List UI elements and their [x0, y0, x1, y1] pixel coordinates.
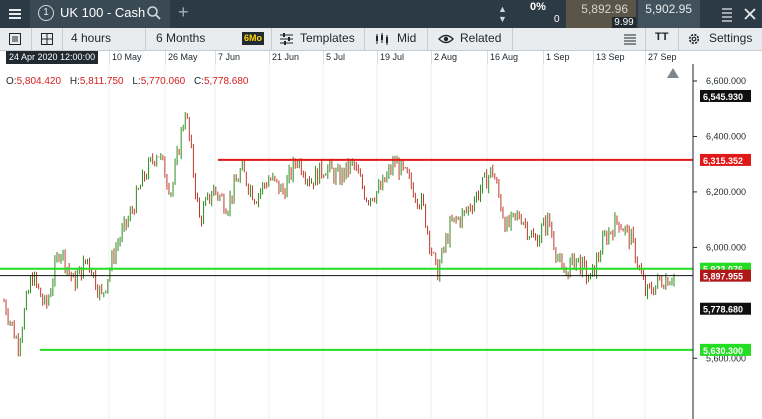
- instrument-title: UK 100 - Cash: [60, 5, 146, 20]
- date-tick-label: 27 Sep: [648, 52, 677, 62]
- date-tick: [645, 51, 646, 64]
- settings-label: Settings: [709, 31, 753, 45]
- search-icon[interactable]: [146, 5, 162, 21]
- date-tick-label: 10 May: [112, 52, 142, 62]
- spread-value: 9.99: [612, 17, 636, 28]
- price-tick-label: 6,400.000: [706, 131, 746, 141]
- close-icon[interactable]: [744, 8, 756, 20]
- sell-price: 5,892.96: [581, 2, 628, 16]
- date-tick: [543, 51, 544, 64]
- date-tick-label: 19 Jul: [380, 52, 405, 62]
- date-tick: [165, 51, 166, 64]
- low-label: L:: [132, 76, 141, 87]
- close-label: C:: [194, 76, 204, 87]
- high-label: H:: [69, 76, 80, 87]
- price-tick-label: 6,000.000: [706, 242, 746, 252]
- list-lines-icon: [624, 34, 636, 45]
- indicator-list-button[interactable]: [615, 28, 645, 50]
- date-tick-label: 5 Jul: [326, 52, 346, 62]
- interval-label: 4 hours: [71, 31, 112, 45]
- cursor-date-label: 24 Apr 2020 12:00:00: [6, 51, 99, 64]
- date-tick: [487, 51, 488, 64]
- gear-icon: [688, 33, 700, 45]
- high-value: 5,811.750: [79, 76, 124, 87]
- daily-change: ▲ ▼ 0% 0: [490, 0, 562, 28]
- date-tick-label: 13 Sep: [596, 52, 625, 62]
- date-tick: [593, 51, 594, 64]
- date-tick: [431, 51, 432, 64]
- price-chart[interactable]: 6,600.0006,400.0006,200.0006,000.0005,60…: [0, 64, 762, 419]
- date-tick-label: 7 Jun: [218, 52, 241, 62]
- open-value: 5,804.420: [16, 76, 62, 87]
- related-label: Related: [460, 31, 502, 45]
- resistance-price-tag: 6,315.352: [703, 156, 743, 166]
- chart-list-button[interactable]: [0, 28, 30, 50]
- grid-layout-icon: [41, 33, 53, 45]
- date-tick: [109, 51, 110, 64]
- chart-toolbar: 4 hours 6 Months 6Mo Templates Mid Relat…: [0, 28, 762, 51]
- price-type-button[interactable]: Mid: [365, 28, 427, 50]
- change-direction-icon: ▲ ▼: [498, 4, 507, 24]
- buy-button[interactable]: 5,902.95: [638, 0, 700, 28]
- add-tab-icon[interactable]: +: [178, 2, 189, 23]
- period-badge: 6Mo: [242, 32, 264, 45]
- price-tick-label: 6,200.000: [706, 187, 746, 197]
- date-tick: [323, 51, 324, 64]
- toolbar-divider: [512, 28, 513, 50]
- period-label: 6 Months: [156, 31, 206, 45]
- text-size-button[interactable]: TT: [646, 28, 678, 50]
- window-controls: [722, 8, 756, 22]
- drag-handle-icon[interactable]: [722, 8, 732, 22]
- date-tick-label: 16 Aug: [490, 52, 519, 62]
- date-tick: [215, 51, 216, 64]
- hamburger-menu-icon[interactable]: [0, 0, 30, 28]
- related-button[interactable]: Related: [428, 28, 512, 50]
- date-tick-label: 21 Jun: [272, 52, 300, 62]
- date-tick-label: 26 May: [168, 52, 198, 62]
- candlestick-icon: [376, 33, 388, 45]
- date-tick-label: 2 Aug: [434, 52, 458, 62]
- low-value: 5,770.060: [140, 76, 186, 87]
- price-type-label: Mid: [397, 31, 417, 45]
- instrument-tab[interactable]: 1 UK 100 - Cash: [30, 0, 170, 28]
- templates-button[interactable]: Templates: [272, 28, 364, 50]
- top-bar: 1 UK 100 - Cash + ▲ ▼ 0% 0 5,892.96 9.99 …: [0, 0, 762, 28]
- high-price-tag: 6,545.930: [703, 92, 743, 102]
- close-value: 5,778.680: [204, 76, 249, 87]
- tab-number-badge: 1: [38, 5, 54, 21]
- change-count: 0: [554, 14, 560, 25]
- templates-icon: [280, 33, 293, 45]
- open-label: O:: [6, 76, 17, 87]
- settings-button[interactable]: Settings: [679, 28, 762, 50]
- list-icon: [9, 33, 21, 45]
- date-tick: [269, 51, 270, 64]
- templates-label: Templates: [300, 31, 355, 45]
- ohlc-readout: O:5,804.420 H:5,811.750 L:5,770.060 C:5,…: [6, 76, 255, 87]
- interval-dropdown[interactable]: 4 hours: [63, 28, 145, 50]
- current-price-tag: 5,897.955: [703, 272, 743, 282]
- eye-icon: [438, 34, 454, 44]
- date-tick: [377, 51, 378, 64]
- date-tick-label: 1 Sep: [546, 52, 570, 62]
- price-tick-label: 6,600.000: [706, 76, 746, 86]
- change-percent: 0%: [530, 1, 546, 13]
- text-size-icon: TT: [655, 31, 669, 43]
- layout-button[interactable]: [32, 28, 62, 50]
- buy-price: 5,902.95: [645, 2, 692, 16]
- last-price-tag: 5,778.680: [703, 305, 743, 315]
- date-axis: 10 May 26 May 7 Jun 21 Jun 5 Jul 19 Jul 2 Aug 1…: [0, 51, 762, 64]
- lower-support-price-tag: 5,630.300: [703, 346, 743, 356]
